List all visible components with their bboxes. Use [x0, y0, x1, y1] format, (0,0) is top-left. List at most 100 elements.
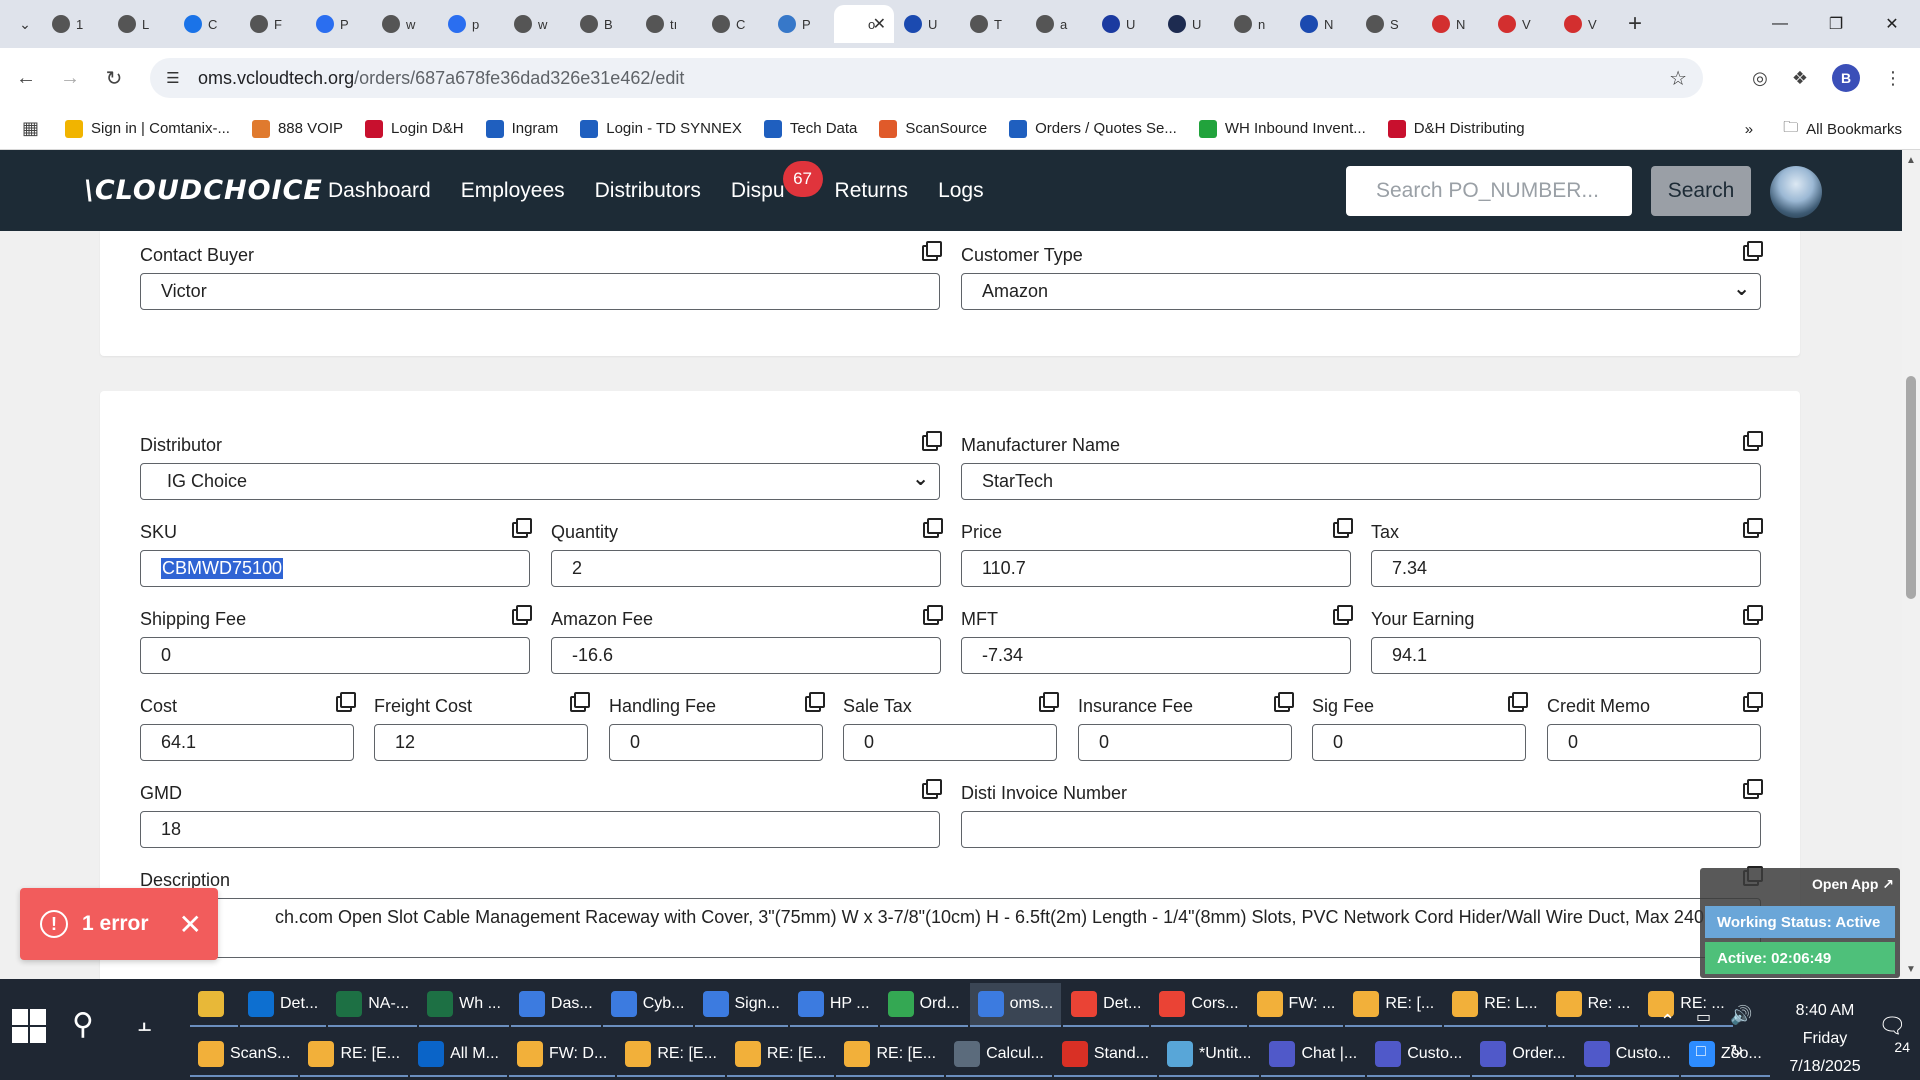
browser-tab[interactable]: tı: [636, 5, 702, 43]
disti-invoice-input[interactable]: [961, 811, 1761, 848]
customer-type-select[interactable]: Amazon: [961, 273, 1761, 310]
copy-icon[interactable]: [1743, 779, 1763, 797]
taskbar-app[interactable]: FW: ...: [1248, 983, 1344, 1027]
copy-icon[interactable]: [512, 605, 532, 623]
po-search-input[interactable]: [1346, 166, 1632, 216]
browser-tab[interactable]: N: [1290, 5, 1356, 43]
copy-icon[interactable]: [1333, 605, 1353, 623]
nav-distributors[interactable]: Distributors: [595, 179, 701, 203]
copy-icon[interactable]: [922, 431, 942, 449]
battery-icon[interactable]: ▭: [1696, 1007, 1711, 1027]
forward-arrow-icon[interactable]: →: [52, 60, 88, 96]
copy-icon[interactable]: [570, 692, 590, 710]
taskbar-app[interactable]: [190, 983, 238, 1027]
nav-logs[interactable]: Logs: [938, 179, 984, 203]
nav-employees[interactable]: Employees: [461, 179, 565, 203]
copy-icon[interactable]: [922, 779, 942, 797]
taskbar-app[interactable]: RE: [E...: [617, 1033, 725, 1077]
minimize-icon[interactable]: —: [1752, 0, 1808, 48]
taskbar-app[interactable]: Stand...: [1053, 1033, 1158, 1077]
tab-search-chevron-icon[interactable]: ⌄: [8, 7, 42, 41]
contact-buyer-input[interactable]: Victor: [140, 273, 940, 310]
browser-tab[interactable]: V: [1554, 5, 1620, 43]
taskbar-app[interactable]: *Untit...: [1159, 1033, 1260, 1077]
bookmark-star-icon[interactable]: ☆: [1669, 66, 1687, 91]
browser-tab[interactable]: P: [306, 5, 372, 43]
browser-tab[interactable]: U: [1158, 5, 1224, 43]
taskbar-app[interactable]: Wh ...: [419, 983, 509, 1027]
sync-icon[interactable]: ↻: [1730, 1041, 1743, 1061]
nav-dashboard[interactable]: Dashboard: [328, 179, 431, 203]
copy-icon[interactable]: [1508, 692, 1528, 710]
mft-input[interactable]: -7.34: [961, 637, 1351, 674]
volume-icon[interactable]: 🔊: [1730, 1005, 1752, 1026]
copy-icon[interactable]: [1743, 431, 1763, 449]
bookmark-item[interactable]: WH Inbound Invent...: [1198, 119, 1366, 138]
bookmark-item[interactable]: Ingram: [485, 119, 558, 138]
close-tab-icon[interactable]: ✕: [873, 14, 886, 34]
browser-tab[interactable]: B: [570, 5, 636, 43]
copy-icon[interactable]: [1039, 692, 1059, 710]
browser-tab[interactable]: p: [438, 5, 504, 43]
bookmark-item[interactable]: Login - TD SYNNEX: [580, 119, 742, 138]
taskbar-app[interactable]: Sign...: [694, 983, 788, 1027]
page-scrollbar[interactable]: ▲ ▼: [1902, 150, 1920, 979]
browser-tab[interactable]: C: [174, 5, 240, 43]
scroll-down-arrow-icon[interactable]: ▼: [1902, 961, 1920, 977]
browser-tab-active[interactable]: o ✕: [834, 5, 894, 43]
taskbar-app[interactable]: FW: D...: [508, 1033, 616, 1077]
taskbar-app[interactable]: oms...: [969, 983, 1062, 1027]
bookmark-item[interactable]: ScanSource: [879, 119, 987, 138]
copy-icon[interactable]: [512, 518, 532, 536]
taskbar-app[interactable]: Das...: [510, 983, 601, 1027]
copy-icon[interactable]: [805, 692, 825, 710]
taskbar-app[interactable]: ScanS...: [190, 1033, 299, 1077]
back-arrow-icon[interactable]: ←: [8, 60, 44, 96]
scrollbar-thumb[interactable]: [1906, 376, 1916, 599]
browser-tab[interactable]: n: [1224, 5, 1290, 43]
credit-memo-input[interactable]: 0: [1547, 724, 1761, 761]
browser-tab[interactable]: L: [108, 5, 174, 43]
open-app-link[interactable]: Open App ↗: [1812, 876, 1894, 893]
more-bookmarks-chevron-icon[interactable]: »: [1745, 121, 1753, 138]
browser-tab[interactable]: w: [372, 5, 438, 43]
taskbar-app[interactable]: RE: [E...: [726, 1033, 835, 1077]
bookmark-item[interactable]: Login D&H: [365, 119, 464, 138]
copy-icon[interactable]: [923, 605, 943, 623]
browser-tab[interactable]: S: [1356, 5, 1422, 43]
browser-tab[interactable]: T: [960, 5, 1026, 43]
quantity-input[interactable]: 2: [551, 550, 941, 587]
gmd-input[interactable]: 18: [140, 811, 940, 848]
tray-clock[interactable]: 8:40 AM Friday 7/18/2025: [1770, 997, 1880, 1080]
browser-tab[interactable]: F: [240, 5, 306, 43]
bookmark-item[interactable]: Orders / Quotes Se...: [1009, 119, 1177, 138]
notification-center-icon[interactable]: 🗨: [1878, 1013, 1906, 1039]
bookmark-item[interactable]: D&H Distributing: [1387, 119, 1525, 138]
copy-icon[interactable]: [1743, 518, 1763, 536]
browser-tab[interactable]: V: [1488, 5, 1554, 43]
tax-input[interactable]: 7.34: [1371, 550, 1761, 587]
insurance-fee-input[interactable]: 0: [1078, 724, 1292, 761]
browser-tab[interactable]: a: [1026, 5, 1092, 43]
browser-tab[interactable]: P: [768, 5, 834, 43]
close-window-icon[interactable]: ✕: [1864, 0, 1920, 48]
profile-avatar-icon[interactable]: B: [1832, 64, 1860, 92]
copy-icon[interactable]: [923, 518, 943, 536]
network-icon[interactable]: □: [1696, 1043, 1706, 1061]
apps-grid-icon[interactable]: ▦: [22, 118, 39, 139]
sig-fee-input[interactable]: 0: [1312, 724, 1526, 761]
copy-icon[interactable]: [1743, 605, 1763, 623]
browser-tab[interactable]: w: [504, 5, 570, 43]
browser-tab[interactable]: 1: [42, 5, 108, 43]
browser-tab[interactable]: U: [1092, 5, 1158, 43]
user-avatar[interactable]: [1770, 166, 1822, 218]
restore-icon[interactable]: ❐: [1808, 0, 1864, 48]
cost-input[interactable]: 64.1: [140, 724, 354, 761]
extensions-puzzle-icon[interactable]: ❖: [1792, 68, 1808, 89]
nav-returns[interactable]: Returns: [835, 179, 909, 203]
browser-tab[interactable]: C: [702, 5, 768, 43]
new-tab-plus-icon[interactable]: +: [1628, 10, 1642, 38]
copy-icon[interactable]: [922, 241, 942, 259]
task-view-icon[interactable]: ⫠: [138, 1011, 151, 1037]
nav-disputes[interactable]: Dispu 67: [731, 160, 823, 203]
